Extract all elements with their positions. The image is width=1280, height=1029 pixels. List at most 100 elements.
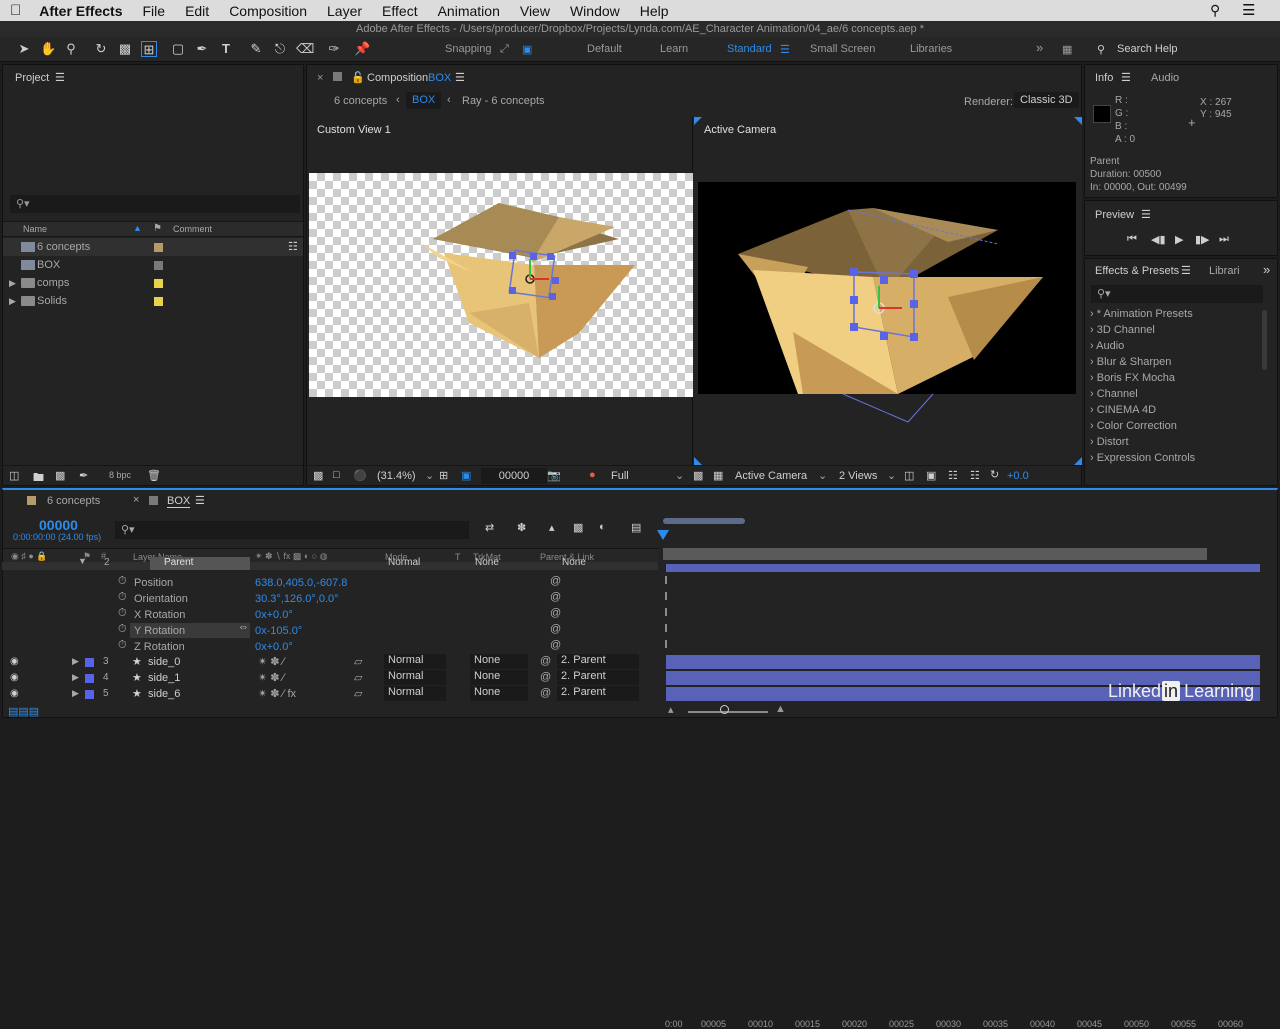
- flowchart-icon[interactable]: ☷: [948, 469, 958, 482]
- search-help-icon[interactable]: ⚲: [1097, 43, 1105, 56]
- project-item[interactable]: ▶ Solids: [3, 292, 303, 310]
- label-swatch[interactable]: [154, 261, 163, 270]
- effects-item-8[interactable]: › Distort: [1090, 436, 1129, 448]
- prev-frame-icon[interactable]: ◀▮: [1151, 233, 1166, 246]
- rotate-tool-icon[interactable]: ↻: [93, 41, 109, 57]
- eraser-tool-icon[interactable]: ⌫: [296, 41, 314, 57]
- comp-menu-icon[interactable]: ☰: [455, 71, 465, 84]
- workspace-standard[interactable]: Standard: [727, 43, 772, 55]
- trkmat-dropdown[interactable]: None: [470, 670, 528, 685]
- project-item[interactable]: 6 concepts ☷: [3, 238, 303, 256]
- trkmat-dropdown[interactable]: None: [470, 654, 528, 669]
- expand-arrow-icon[interactable]: ▶: [72, 672, 79, 683]
- 3d-layer-icon[interactable]: ▱: [354, 687, 362, 700]
- effects-item-1[interactable]: › 3D Channel: [1090, 324, 1155, 336]
- value-x-rotation[interactable]: 0x+0.0°: [255, 609, 293, 621]
- effects-scrollbar[interactable]: [1262, 310, 1267, 370]
- project-item[interactable]: ▶ comps: [3, 274, 303, 292]
- comp-canvas-transparent[interactable]: [309, 173, 693, 397]
- new-comp-icon[interactable]: ▩: [55, 469, 65, 482]
- current-timecode[interactable]: 00000: [39, 517, 78, 533]
- current-time-field[interactable]: 00000: [481, 468, 547, 484]
- draft-3d-icon[interactable]: ▣: [926, 469, 936, 482]
- comp-tab-name[interactable]: BOX: [428, 72, 451, 84]
- work-area-bar[interactable]: [663, 518, 745, 524]
- layer-row-side-6[interactable]: ◉ ▶ 5 ★ side_6 ✴ ✽ ∕ fx ▱ Normal None @ …: [2, 686, 658, 702]
- pick-whip-icon[interactable]: @: [550, 591, 561, 603]
- play-icon[interactable]: ▶: [1175, 233, 1183, 246]
- project-search-input[interactable]: ⚲▾: [10, 195, 300, 213]
- draft-3d-icon[interactable]: ✽: [517, 521, 526, 534]
- label-swatch[interactable]: [154, 243, 163, 252]
- resolution-dropdown[interactable]: Full: [611, 470, 629, 482]
- tab-libraries[interactable]: Librari: [1209, 265, 1240, 277]
- workspace-default[interactable]: Default: [587, 43, 622, 55]
- stopwatch-icon[interactable]: ⏱: [118, 575, 127, 588]
- mode-dropdown[interactable]: Normal: [384, 686, 446, 701]
- layer-name[interactable]: side_0: [148, 656, 180, 668]
- label-column-icon[interactable]: ⚑: [153, 223, 162, 234]
- label-swatch[interactable]: [154, 279, 163, 288]
- effects-item-5[interactable]: › Channel: [1090, 388, 1138, 400]
- value-z-rotation[interactable]: 0x+0.0°: [255, 641, 293, 653]
- mode-dropdown[interactable]: Normal: [388, 557, 420, 568]
- expand-arrow-icon[interactable]: ▼: [78, 556, 87, 566]
- pick-whip-icon[interactable]: @: [540, 655, 551, 667]
- timeline-tab-6-concepts[interactable]: 6 concepts: [47, 495, 100, 507]
- stopwatch-icon[interactable]: ⏱: [118, 623, 127, 636]
- snapshot-icon[interactable]: 📷: [547, 469, 561, 482]
- expand-arrow-icon[interactable]: ▶: [9, 292, 16, 310]
- selection-tool-icon[interactable]: ➤: [16, 41, 32, 57]
- color-channels-icon[interactable]: ●: [589, 469, 596, 481]
- transparency-grid-icon[interactable]: ▦: [713, 469, 723, 482]
- label-swatch[interactable]: [154, 297, 163, 306]
- reset-exposure-icon[interactable]: ↻: [990, 468, 999, 481]
- eye-icon[interactable]: ◉: [10, 672, 19, 683]
- pick-whip-icon[interactable]: @: [540, 687, 551, 699]
- apple-icon[interactable]: : [0, 2, 31, 19]
- menu-list-icon[interactable]: ☰: [1242, 1, 1255, 19]
- expand-arrow-icon[interactable]: ▶: [9, 274, 16, 292]
- column-comment[interactable]: Comment: [173, 224, 212, 234]
- zoom-in-icon[interactable]: ▲: [775, 703, 786, 715]
- workspace-libraries[interactable]: Libraries: [910, 43, 952, 55]
- comp-mini-flowchart-icon[interactable]: ⇄: [485, 521, 494, 534]
- monitor-icon[interactable]: □: [333, 469, 340, 481]
- layer-label-swatch[interactable]: [85, 674, 94, 683]
- zoom-tool-icon[interactable]: ⚲: [63, 41, 79, 57]
- viewer-right[interactable]: Active Camera: [694, 117, 1082, 465]
- last-frame-icon[interactable]: ⏭: [1219, 233, 1229, 246]
- pick-whip-icon[interactable]: @: [550, 575, 561, 587]
- project-menu-icon[interactable]: ☰: [55, 71, 65, 84]
- effects-item-0[interactable]: › * Animation Presets: [1090, 308, 1193, 320]
- 3d-layer-icon[interactable]: ▱: [354, 655, 362, 668]
- type-tool-icon[interactable]: T: [218, 41, 234, 57]
- menu-file[interactable]: File: [133, 3, 176, 19]
- pick-whip-icon[interactable]: @: [550, 623, 561, 635]
- shy-layers-icon[interactable]: ▴: [549, 521, 555, 534]
- layer-name[interactable]: side_1: [148, 672, 180, 684]
- zoom-slider-handle[interactable]: [720, 705, 729, 714]
- pan-behind-tool-icon[interactable]: ⊞: [141, 41, 157, 57]
- toggle-switches-icon[interactable]: ▤▤▤: [8, 705, 39, 718]
- menu-animation[interactable]: Animation: [428, 3, 510, 19]
- switches-icons[interactable]: ✴ ✽ ∕: [258, 655, 284, 668]
- flowchart-icon[interactable]: ☷: [288, 238, 298, 256]
- rectangle-tool-icon[interactable]: ▢: [170, 41, 186, 57]
- expand-arrow-icon[interactable]: ▶: [72, 688, 79, 699]
- close-tab-icon[interactable]: ×: [317, 72, 323, 84]
- mode-dropdown[interactable]: Normal: [384, 670, 446, 685]
- effects-item-7[interactable]: › Color Correction: [1090, 420, 1177, 432]
- always-preview-icon[interactable]: ▩: [313, 469, 323, 482]
- menu-window[interactable]: Window: [560, 3, 630, 19]
- effects-item-3[interactable]: › Blur & Sharpen: [1090, 356, 1171, 368]
- effects-item-4[interactable]: › Boris FX Mocha: [1090, 372, 1175, 384]
- timeline-tab-box[interactable]: BOX: [167, 495, 191, 508]
- switches-icons[interactable]: ✴ ✽ ∕ fx: [258, 687, 296, 700]
- spotlight-icon[interactable]: ⚲: [1210, 2, 1220, 19]
- menu-app[interactable]: After Effects: [31, 3, 132, 19]
- effects-item-6[interactable]: › CINEMA 4D: [1090, 404, 1156, 416]
- layer-name[interactable]: Parent: [150, 557, 250, 570]
- layer-label-swatch[interactable]: [85, 658, 94, 667]
- timeline-search-input[interactable]: ⚲▾: [115, 521, 469, 539]
